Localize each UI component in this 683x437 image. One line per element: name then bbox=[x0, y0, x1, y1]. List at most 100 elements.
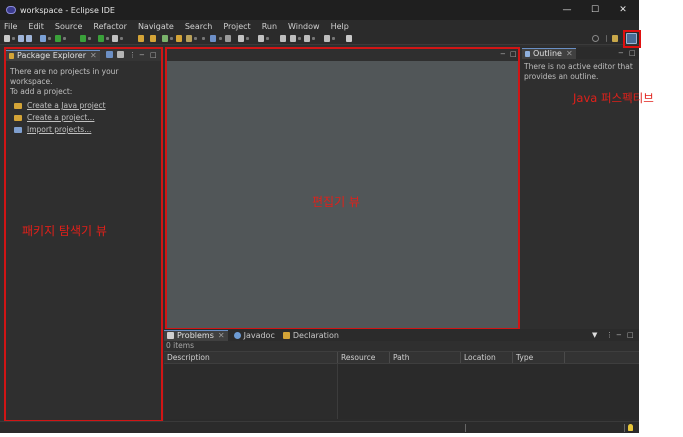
import-projects-link[interactable]: Import projects... bbox=[14, 125, 161, 134]
new-java-project-icon[interactable] bbox=[138, 35, 144, 42]
link-with-editor-icon[interactable] bbox=[117, 51, 124, 58]
run-icon[interactable] bbox=[55, 35, 61, 42]
last-edit-icon[interactable] bbox=[280, 35, 286, 42]
menu-help[interactable]: Help bbox=[331, 22, 349, 31]
dropdown-arrow-icon[interactable] bbox=[170, 37, 173, 40]
minimize-button[interactable]: — bbox=[556, 2, 578, 18]
search-tool-icon[interactable] bbox=[210, 35, 216, 42]
col-description[interactable]: Description bbox=[164, 352, 338, 363]
toggle-mark-icon[interactable] bbox=[225, 35, 231, 42]
filter-icon[interactable]: ▼ bbox=[592, 331, 597, 339]
javadoc-tab-label: Javadoc bbox=[243, 330, 275, 340]
maximize-button[interactable]: ☐ bbox=[584, 2, 606, 18]
eclipse-logo-icon bbox=[6, 6, 16, 14]
other-columns-body bbox=[338, 364, 639, 419]
tab-javadoc[interactable]: Javadoc bbox=[233, 330, 275, 340]
dropdown-arrow-icon[interactable] bbox=[194, 37, 197, 40]
menu-edit[interactable]: Edit bbox=[28, 22, 44, 31]
dropdown-arrow-icon[interactable] bbox=[266, 37, 269, 40]
dropdown-arrow-icon[interactable] bbox=[312, 37, 315, 40]
dropdown-arrow-icon[interactable] bbox=[219, 37, 222, 40]
dropdown-arrow-icon[interactable] bbox=[202, 37, 205, 40]
forward-icon[interactable] bbox=[304, 35, 310, 42]
maximize-icon[interactable]: □ bbox=[629, 49, 636, 57]
title-bar: workspace - Eclipse IDE — ☐ ✕ bbox=[0, 0, 639, 20]
bottom-tabbar: Problems ✕ Javadoc Declaration ▼ ⋮ − □ bbox=[164, 329, 639, 341]
declaration-tab-label: Declaration bbox=[292, 330, 339, 340]
menu-source[interactable]: Source bbox=[55, 22, 82, 31]
debug-icon[interactable] bbox=[40, 35, 46, 42]
prev-annotation-icon[interactable] bbox=[258, 35, 264, 42]
dropdown-arrow-icon[interactable] bbox=[106, 37, 109, 40]
outline-icon bbox=[525, 50, 530, 57]
tab-outline[interactable]: Outline ✕ bbox=[522, 47, 576, 59]
maximize-icon[interactable]: □ bbox=[510, 50, 517, 58]
dropdown-arrow-icon[interactable] bbox=[48, 37, 51, 40]
dropdown-arrow-icon[interactable] bbox=[88, 37, 91, 40]
coverage-icon[interactable] bbox=[98, 35, 104, 42]
minimize-icon[interactable]: − bbox=[616, 331, 622, 339]
open-task-icon[interactable] bbox=[186, 35, 192, 42]
package-explorer-tabbar: Package Explorer ✕ ⋮ − □ bbox=[6, 49, 161, 61]
minimize-icon[interactable]: − bbox=[139, 51, 145, 59]
main-toolbar bbox=[0, 32, 639, 45]
create-project-link[interactable]: Create a project... bbox=[14, 113, 161, 122]
save-icon[interactable] bbox=[18, 35, 24, 42]
maximize-icon[interactable]: □ bbox=[150, 51, 157, 59]
col-location[interactable]: Location bbox=[461, 352, 513, 363]
run-last-icon[interactable] bbox=[80, 35, 86, 42]
dropdown-arrow-icon[interactable] bbox=[246, 37, 249, 40]
problems-icon bbox=[167, 332, 174, 339]
col-type[interactable]: Type bbox=[513, 352, 565, 363]
pin-editor-icon[interactable] bbox=[346, 35, 352, 42]
view-menu-icon[interactable]: ⋮ bbox=[129, 51, 136, 59]
new-icon[interactable] bbox=[4, 35, 10, 42]
back-icon[interactable] bbox=[290, 35, 296, 42]
maximize-icon[interactable]: □ bbox=[627, 331, 634, 339]
close-icon[interactable]: ✕ bbox=[218, 331, 225, 340]
tab-declaration[interactable]: Declaration bbox=[282, 330, 339, 340]
close-icon[interactable]: ✕ bbox=[566, 49, 573, 58]
tab-package-explorer[interactable]: Package Explorer ✕ bbox=[6, 49, 100, 61]
close-icon[interactable]: ✕ bbox=[90, 51, 97, 60]
package-explorer-annotation: 패키지 탐색기 뷰 bbox=[22, 224, 107, 238]
tab-problems[interactable]: Problems ✕ bbox=[164, 329, 228, 341]
new-class-icon[interactable] bbox=[162, 35, 168, 42]
close-button[interactable]: ✕ bbox=[612, 2, 634, 18]
dropdown-arrow-icon[interactable] bbox=[120, 37, 123, 40]
editor-area[interactable]: − □ bbox=[165, 47, 520, 330]
editor-annotation: 편집기 뷰 bbox=[312, 195, 360, 209]
dropdown-arrow-icon[interactable] bbox=[298, 37, 301, 40]
lightbulb-icon[interactable] bbox=[628, 424, 633, 431]
forward-nav-icon[interactable] bbox=[324, 35, 330, 42]
menu-file[interactable]: File bbox=[4, 22, 17, 31]
open-type-icon[interactable] bbox=[176, 35, 182, 42]
save-all-icon[interactable] bbox=[26, 35, 32, 42]
minimize-icon[interactable]: − bbox=[618, 49, 624, 57]
dropdown-arrow-icon[interactable] bbox=[63, 37, 66, 40]
open-perspective-icon[interactable] bbox=[612, 35, 618, 42]
java-project-icon bbox=[14, 102, 22, 109]
view-menu-icon[interactable]: ⋮ bbox=[606, 331, 613, 339]
search-icon[interactable] bbox=[592, 35, 599, 42]
menu-run[interactable]: Run bbox=[262, 22, 277, 31]
new-package-icon[interactable] bbox=[150, 35, 156, 42]
create-java-project-link[interactable]: Create a Java project bbox=[14, 101, 161, 110]
collapse-all-icon[interactable] bbox=[106, 51, 113, 58]
menu-navigate[interactable]: Navigate bbox=[138, 22, 174, 31]
col-path[interactable]: Path bbox=[390, 352, 461, 363]
editor-tabbar: − □ bbox=[167, 49, 518, 61]
external-tools-icon[interactable] bbox=[112, 35, 118, 42]
outline-tab-label: Outline bbox=[533, 49, 562, 58]
next-annotation-icon[interactable] bbox=[238, 35, 244, 42]
menu-project[interactable]: Project bbox=[223, 22, 250, 31]
minimize-icon[interactable]: − bbox=[500, 50, 506, 58]
project-icon bbox=[14, 114, 22, 121]
menu-window[interactable]: Window bbox=[288, 22, 320, 31]
menu-refactor[interactable]: Refactor bbox=[93, 22, 127, 31]
problems-panel: Problems ✕ Javadoc Declaration ▼ ⋮ − □ 0… bbox=[164, 329, 639, 421]
dropdown-arrow-icon[interactable] bbox=[12, 37, 15, 40]
col-resource[interactable]: Resource bbox=[338, 352, 390, 363]
menu-search[interactable]: Search bbox=[185, 22, 212, 31]
dropdown-arrow-icon[interactable] bbox=[332, 37, 335, 40]
